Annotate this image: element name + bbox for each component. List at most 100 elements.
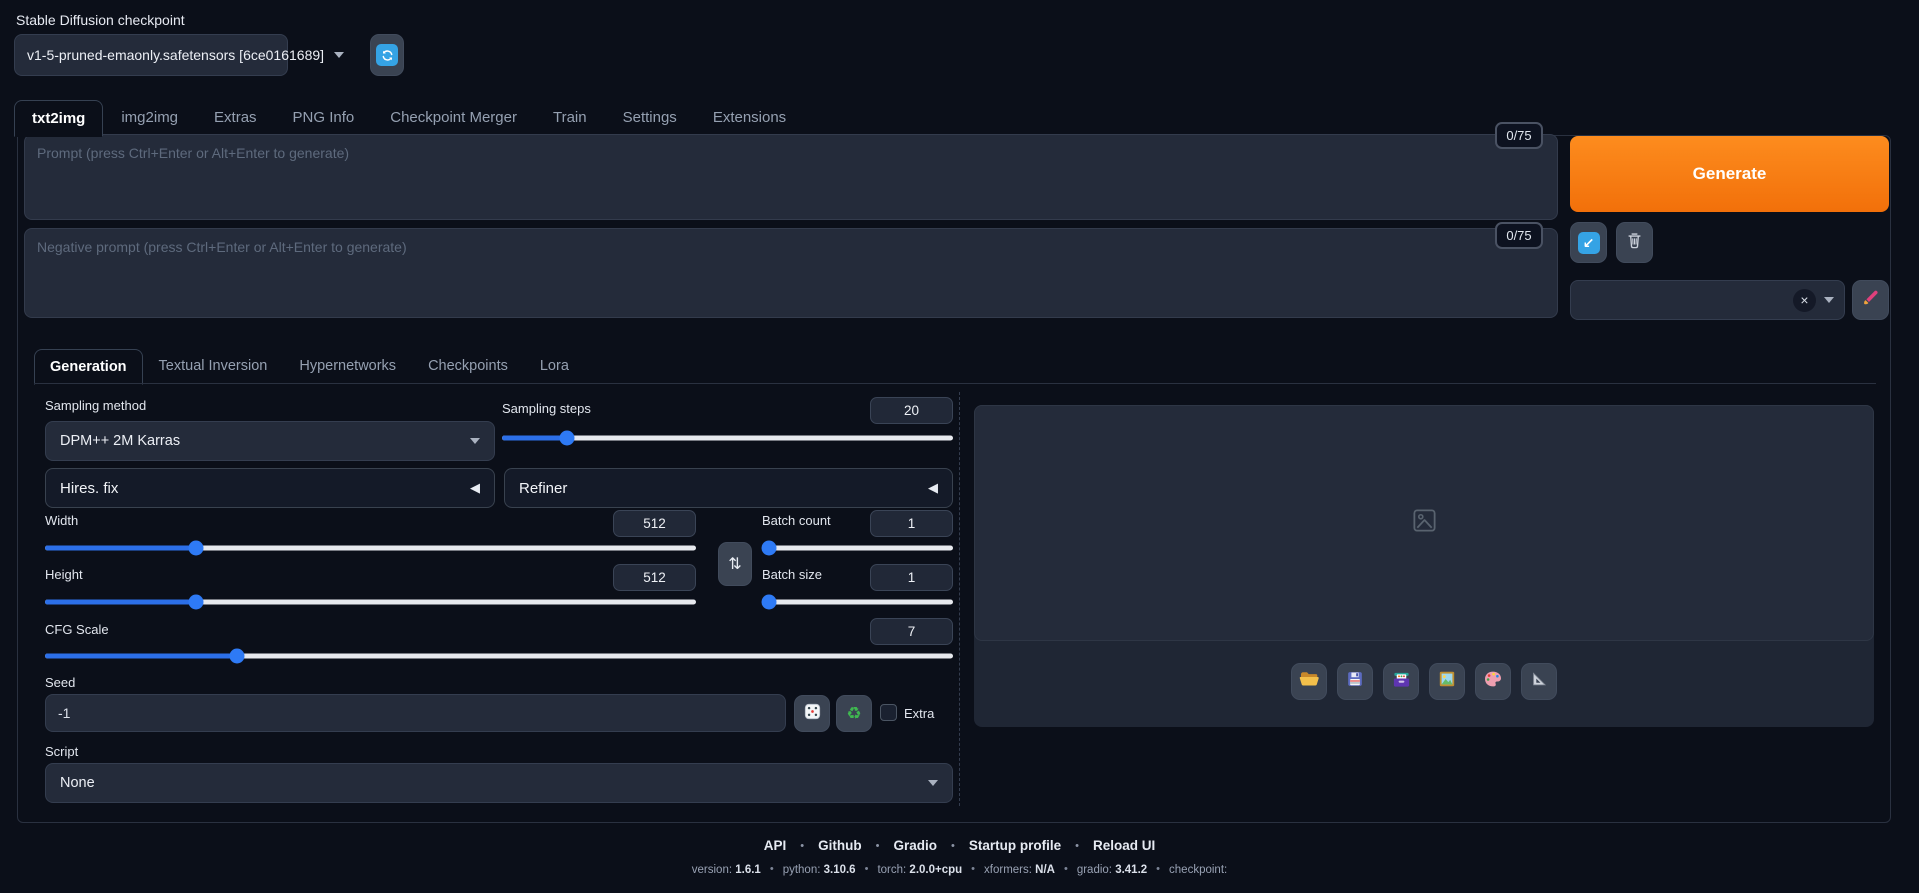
chevron-left-icon: ◀ (470, 480, 480, 495)
recycle-icon: ♻ (846, 704, 862, 723)
generation-tab-checkpoints[interactable]: Checkpoints (412, 348, 524, 384)
version-item: torch: 2.0.0+cpu (877, 864, 963, 876)
sampling-method-dropdown[interactable]: DPM++ 2M Karras (45, 421, 495, 461)
output-gallery (974, 405, 1874, 727)
version-item: gradio: 3.41.2 (1076, 864, 1148, 876)
batch-size-value[interactable]: 1 (870, 564, 953, 591)
txt2img-panel: 0/75 0/75 Generate ↙ × (17, 122, 1891, 823)
footer: API • Github • Gradio • Startup profile • Reload… (0, 838, 1919, 878)
batch-count-label: Batch count (762, 513, 831, 528)
checkpoint-dropdown[interactable]: v1-5-pruned-emaonly.safetensors [6ce0161… (14, 34, 345, 76)
version-separator: • (971, 863, 976, 875)
generation-tab-textual-inversion[interactable]: Textual Inversion (143, 348, 284, 384)
version-separator: • (769, 863, 774, 875)
send-to-inpaint-button[interactable] (1475, 663, 1511, 700)
generation-tab-lora[interactable]: Lora (524, 348, 585, 384)
batch-count-slider[interactable] (761, 539, 953, 557)
generation-tab-hypernetworks[interactable]: Hypernetworks (283, 348, 412, 384)
send-to-extras-button[interactable] (1521, 663, 1557, 700)
main-tab-extensions[interactable]: Extensions (695, 99, 804, 136)
send-to-img2img-button[interactable] (1429, 663, 1465, 700)
seed-extra-checkbox[interactable] (880, 704, 897, 721)
generate-button[interactable]: Generate (1570, 136, 1889, 212)
gallery-toolbar (974, 663, 1874, 700)
batch-count-value[interactable]: 1 (870, 510, 953, 537)
clear-x-icon[interactable]: × (1793, 288, 1816, 312)
generate-column: Generate ↙ × (1570, 136, 1889, 320)
main-tab-checkpoint-merger[interactable]: Checkpoint Merger (372, 99, 535, 136)
main-tab-txt2img[interactable]: txt2img (14, 100, 104, 137)
prompt-input[interactable] (24, 134, 1558, 220)
chevron-left-icon: ◀ (928, 480, 938, 495)
version-item: checkpoint: (1169, 864, 1228, 876)
refiner-label: Refiner (519, 479, 568, 497)
batch-size-label: Batch size (762, 567, 822, 582)
output-image-area[interactable] (974, 405, 1874, 641)
sampling-method-label: Sampling method (45, 398, 147, 413)
refresh-icon (376, 44, 398, 66)
cfg-scale-value[interactable]: 7 (870, 618, 953, 645)
main-tab-png-info[interactable]: PNG Info (275, 99, 373, 136)
send-to-extras-icon (1530, 670, 1548, 693)
footer-link-github[interactable]: Github (818, 838, 862, 853)
image-placeholder-icon (1411, 507, 1438, 539)
chevron-down-icon (334, 52, 345, 58)
checkpoint-value: v1-5-pruned-emaonly.safetensors [6ce0161… (27, 47, 325, 63)
sampling-method-value: DPM++ 2M Karras (60, 433, 181, 449)
seed-input[interactable] (45, 694, 786, 732)
version-item: python: 3.10.6 (782, 864, 856, 876)
paintbrush-icon (1861, 288, 1880, 312)
chevron-down-icon (470, 438, 480, 444)
tab-divider (34, 383, 1876, 384)
chevron-down-icon (1824, 297, 1834, 303)
seed-label: Seed (45, 675, 76, 690)
generation-tab-generation[interactable]: Generation (34, 349, 143, 385)
cfg-scale-slider[interactable] (45, 647, 953, 665)
main-tab-train[interactable]: Train (535, 99, 605, 136)
reuse-seed-button[interactable]: ♻ (836, 695, 872, 732)
negative-prompt-input[interactable] (24, 228, 1558, 318)
hires-fix-label: Hires. fix (60, 479, 119, 497)
width-slider[interactable] (45, 539, 696, 557)
save-zip-button[interactable] (1383, 663, 1419, 700)
dice-icon (803, 702, 822, 726)
main-tab-extras[interactable]: Extras (196, 99, 275, 136)
script-label: Script (45, 744, 79, 759)
save-image-button[interactable] (1337, 663, 1373, 700)
paste-generation-params-button[interactable]: ↙ (1570, 222, 1607, 263)
footer-separator: • (1075, 839, 1079, 852)
script-dropdown[interactable]: None (45, 763, 953, 803)
refresh-checkpoints-button[interactable] (370, 34, 404, 76)
batch-size-slider[interactable] (761, 593, 953, 611)
edit-styles-button[interactable] (1852, 280, 1889, 320)
main-tab-bar: txt2img img2img Extras PNG Info Checkpoint M… (14, 95, 804, 137)
generation-tab-bar: Generation Textual Inversion Hypernetworks… (34, 345, 585, 385)
footer-link-startup-profile[interactable]: Startup profile (969, 838, 1061, 853)
script-value: None (60, 775, 95, 791)
hires-fix-accordion[interactable]: Hires. fix ◀ (45, 468, 495, 508)
footer-separator: • (800, 839, 805, 852)
footer-link-reload-ui[interactable]: Reload UI (1093, 838, 1155, 853)
height-value[interactable]: 512 (613, 564, 696, 591)
footer-link-api[interactable]: API (764, 838, 787, 853)
styles-dropdown[interactable]: × (1570, 280, 1845, 320)
column-divider (959, 392, 960, 806)
sampling-steps-slider[interactable] (502, 429, 953, 447)
footer-separator: • (951, 839, 955, 852)
seed-extra-label: Extra (904, 706, 935, 721)
refiner-accordion[interactable]: Refiner ◀ (504, 468, 953, 508)
save-icon (1346, 670, 1364, 693)
footer-link-gradio[interactable]: Gradio (893, 838, 937, 853)
sampling-steps-value[interactable]: 20 (870, 397, 953, 424)
height-slider[interactable] (45, 593, 696, 611)
swap-width-height-button[interactable]: ⇅ (718, 542, 752, 586)
main-tab-settings[interactable]: Settings (605, 99, 695, 136)
random-seed-button[interactable] (794, 695, 830, 732)
paste-arrow-icon: ↙ (1577, 231, 1600, 254)
open-folder-button[interactable] (1291, 663, 1327, 700)
width-value[interactable]: 512 (613, 510, 696, 537)
clear-prompt-button[interactable] (1616, 222, 1653, 263)
checkpoint-label: Stable Diffusion checkpoint (16, 12, 185, 28)
main-tab-img2img[interactable]: img2img (103, 99, 196, 136)
sampling-steps-label: Sampling steps (502, 401, 591, 416)
